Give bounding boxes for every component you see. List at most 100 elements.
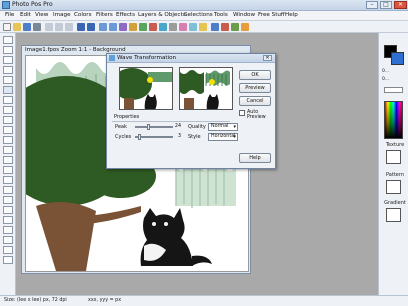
dialog-icon [109,55,115,61]
hand-tool-icon[interactable] [3,256,13,264]
magic-wand-tool-icon[interactable] [3,76,13,84]
peak-label: Peak [115,124,127,130]
eyedropper-tool-icon[interactable] [3,226,13,234]
menu-help[interactable]: Help [285,12,298,18]
brush-tool-icon[interactable] [3,106,13,114]
effects-icon[interactable] [179,23,187,31]
rect-select-tool-icon[interactable] [3,56,13,64]
menu-selections[interactable]: Selections [184,12,213,18]
shape-tool-icon[interactable] [3,206,13,214]
pencil-tool-icon[interactable] [3,116,13,124]
pointer-tool-icon[interactable] [3,36,13,44]
result-preview [179,67,233,110]
clone-tool-icon[interactable] [3,156,13,164]
gradient-swatch[interactable] [386,208,401,222]
color-spectrum[interactable] [384,101,403,139]
ok-button[interactable]: OK [239,70,271,80]
zoom-out-icon[interactable] [109,23,117,31]
cycles-slider-thumb[interactable] [138,134,141,140]
save-icon[interactable] [23,23,31,31]
menu-view[interactable]: View [35,12,48,18]
menu-filters[interactable]: Filters [96,12,113,18]
star-icon[interactable] [199,23,207,31]
print-icon[interactable] [33,23,41,31]
new-file-icon[interactable] [3,23,11,31]
gradient-label: Gradient [384,200,406,206]
red-eye-tool-icon[interactable] [3,236,13,244]
paste-icon[interactable] [65,23,73,31]
open-folder-icon[interactable] [13,23,21,31]
zoom-tool-icon[interactable] [3,246,13,254]
help-button[interactable]: Help [239,153,271,163]
color-panel: 0... 0... Texture Pattern Gradient [378,33,408,295]
cursor-coords-status: xxx, yyy = px [88,298,122,303]
minimize-button[interactable]: – [366,1,378,9]
pattern-swatch[interactable] [386,180,401,194]
menu-layers-objects[interactable]: Layers & Objects [138,12,186,18]
cut-icon[interactable] [45,23,53,31]
mode-label-1: 0... [382,69,390,74]
peak-value[interactable]: 24 [173,124,181,131]
quality-label: Quality [188,124,206,130]
lasso-tool-icon[interactable] [3,66,13,74]
dialog-close-button[interactable]: ✕ [263,55,272,61]
cycles-value[interactable]: 3 [173,134,181,141]
color-mode-box[interactable] [384,87,403,93]
preview-button[interactable]: Preview [239,83,271,93]
select-icon[interactable] [211,23,219,31]
app-title: Photo Pos Pro [12,1,53,8]
menu-image[interactable]: Image [53,12,71,18]
red-eye-icon[interactable] [149,23,157,31]
menu-bar: File Edit View Image Colors Filters Effe… [0,11,408,21]
brush-icon[interactable] [221,23,229,31]
move-tool-icon[interactable] [3,46,13,54]
text-icon[interactable] [189,23,197,31]
texture-swatch[interactable] [386,150,401,164]
smudge-tool-icon[interactable] [3,176,13,184]
zoom-in-icon[interactable] [99,23,107,31]
style-select[interactable]: Horizontal [208,133,238,141]
pencil-icon[interactable] [241,23,249,31]
menu-tools[interactable]: Tools [214,12,228,18]
fill-icon[interactable] [231,23,239,31]
line-tool-icon[interactable] [3,216,13,224]
peak-slider[interactable] [135,126,173,128]
blur-tool-icon[interactable] [3,166,13,174]
menu-free-stuff[interactable]: Free Stuff [258,12,285,18]
fill-tool-icon[interactable] [3,136,13,144]
background-color-swatch[interactable] [391,52,404,65]
close-button[interactable]: ✕ [394,1,407,9]
dialog-title-bar: Wave Transformation ✕ [107,54,275,63]
texture-label: Texture [385,142,405,148]
properties-label: Properties [114,114,140,120]
maximize-button[interactable]: □ [380,1,392,9]
image-size-status: Size: (Iee x Iee) px, 72 dpi [4,298,67,303]
text-tool-icon[interactable] [3,96,13,104]
burn-tool-icon[interactable] [3,196,13,204]
auto-preview-checkbox[interactable] [239,110,245,116]
peak-slider-thumb[interactable] [147,124,150,130]
undo-icon[interactable] [77,23,85,31]
rotate-icon[interactable] [129,23,137,31]
quality-select[interactable]: Normal [208,123,238,131]
copy-icon[interactable] [55,23,63,31]
brightness-icon[interactable] [159,23,167,31]
gradient-tool-icon[interactable] [3,146,13,154]
redo-icon[interactable] [87,23,95,31]
menu-colors[interactable]: Colors [74,12,92,18]
mode-label-2: 0... [382,77,390,82]
app-icon [2,1,10,9]
menu-window[interactable]: Window [233,12,255,18]
resize-icon[interactable] [169,23,177,31]
status-bar: Size: (Iee x Iee) px, 72 dpi xxx, yyy = … [0,295,408,306]
eraser-tool-icon[interactable] [3,126,13,134]
cancel-button[interactable]: Cancel [239,96,271,106]
menu-effects[interactable]: Effects [116,12,135,18]
menu-file[interactable]: File [5,12,14,18]
layers-icon[interactable] [139,23,147,31]
dodge-tool-icon[interactable] [3,186,13,194]
menu-edit[interactable]: Edit [20,12,31,18]
properties-divider [112,121,230,122]
crop-tool-icon[interactable] [3,86,13,94]
crop-icon[interactable] [119,23,127,31]
